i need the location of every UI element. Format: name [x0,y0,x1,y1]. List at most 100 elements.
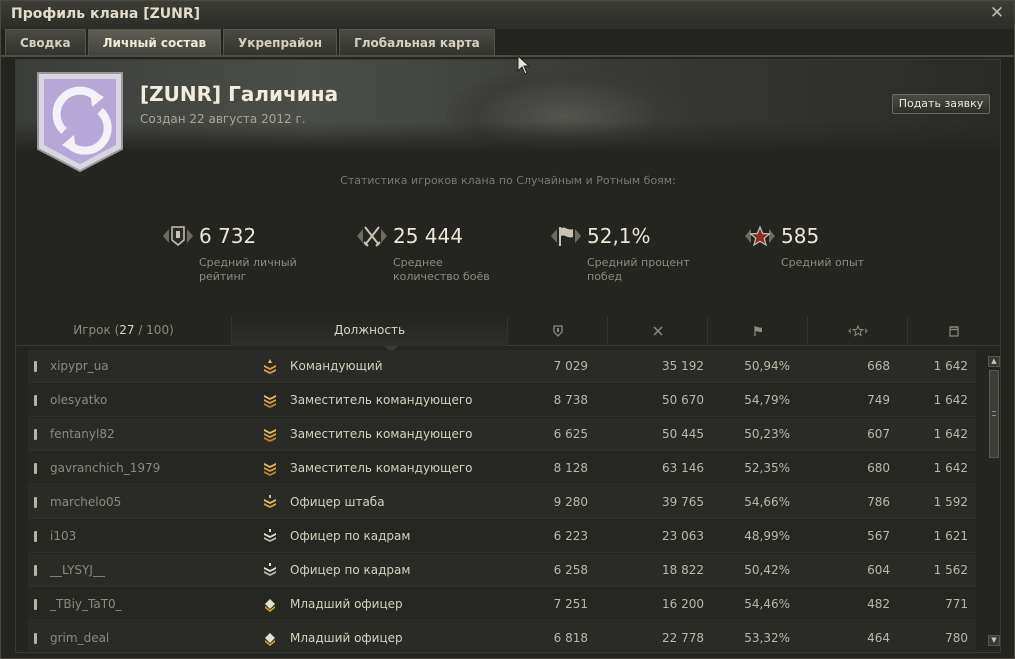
player-rating: 6 258 [553,563,588,577]
scroll-thumb[interactable] [989,370,999,458]
table-row[interactable]: i103 Офицер по кадрам 6 223 23 063 48,99% 567… [28,520,976,553]
stat-avg-battles: 25 444 Среднее количество боёв [355,222,535,292]
player-days-in-clan: 771 [945,597,968,611]
player-rating: 6 223 [553,529,588,543]
clan-banner [16,60,1000,152]
player-name[interactable]: gavranchich_1979 [50,452,250,485]
stat-label-line2: побед [587,270,623,283]
player-battles: 22 778 [662,631,704,645]
player-rating: 7 029 [553,359,588,373]
members-table-body: xipypr_ua Командующий 7 029 35 192 50,94% 668… [28,350,976,650]
column-rating[interactable] [507,316,607,346]
player-role: Заместитель командующего [290,461,473,475]
stat-label-line2: рейтинг [199,270,247,283]
player-battles: 50 445 [662,427,704,441]
player-role: Офицер по кадрам [290,529,411,543]
player-avg-xp: 464 [867,631,890,645]
table-row[interactable]: xipypr_ua Командующий 7 029 35 192 50,94% 668… [28,350,976,383]
player-winrate: 54,66% [744,495,790,509]
player-name[interactable]: i103 [50,520,250,553]
table-row[interactable]: _TBiy_TaT0_ Младший офицер 7 251 16 200 54,4… [28,588,976,621]
player-avg-xp: 749 [867,393,890,407]
status-marker-icon [34,520,42,553]
player-name[interactable]: xipypr_ua [50,350,250,383]
player-rating: 6 818 [553,631,588,645]
close-icon[interactable]: ✕ [988,4,1006,22]
column-winrate[interactable] [707,316,807,346]
titlebar: Профиль клана [ZUNR] ✕ [1,1,1014,29]
player-name[interactable]: grim_deal [50,622,250,650]
stat-value: 585 [781,224,820,248]
status-marker-icon [34,622,42,650]
status-marker-icon [34,418,42,451]
rank-deputy-icon [262,452,282,485]
rating-shield-icon [163,226,193,246]
table-scrollbar[interactable]: ▲ ▼ [988,356,1000,646]
player-winrate: 50,23% [744,427,790,441]
table-row[interactable]: marchelo05 Офицер штаба 9 280 39 765 54,66% 7… [28,486,976,519]
column-xp[interactable] [807,316,907,346]
column-days-in-clan[interactable] [907,316,1000,346]
table-row[interactable]: olesyatko Заместитель командующего 8 738 50… [28,384,976,417]
player-avg-xp: 786 [867,495,890,509]
table-row[interactable]: gavranchich_1979 Заместитель командующего… [28,452,976,485]
table-row[interactable]: grim_deal Младший офицер 6 818 22 778 53,32%… [28,622,976,650]
player-battles: 50 670 [662,393,704,407]
crossed-swords-icon [652,325,663,336]
player-name[interactable]: __LYSYJ__ [50,554,250,587]
player-role: Заместитель командующего [290,427,473,441]
player-rating: 9 280 [553,495,588,509]
player-role: Младший офицер [290,631,403,645]
scroll-down-button[interactable]: ▼ [988,635,1000,646]
player-name[interactable]: fentanyl82 [50,418,250,451]
tab-stronghold[interactable]: Укрепрайон [223,29,338,55]
player-winrate: 53,32% [744,631,790,645]
player-battles: 18 822 [662,563,704,577]
column-battles[interactable] [607,316,707,346]
scroll-up-button[interactable]: ▲ [988,356,1000,367]
mouse-cursor-icon [517,55,531,75]
player-name[interactable]: marchelo05 [50,486,250,519]
column-player[interactable]: Игрок (27 / 100) [16,316,231,346]
members-panel: [ZUNR] Галичина Создан 22 августа 2012 г… [15,59,1001,653]
player-avg-xp: 482 [867,597,890,611]
window-title: Профиль клана [ZUNR] [11,6,201,22]
table-row[interactable]: __LYSYJ__ Офицер по кадрам 6 258 18 822 50,4… [28,554,976,587]
player-winrate: 54,79% [744,393,790,407]
player-name[interactable]: _TBiy_TaT0_ [50,588,250,621]
rank-junior-officer-icon [262,588,282,621]
star-icon [847,324,868,337]
members-table-header: Игрок (27 / 100) Должность [16,316,1000,346]
player-battles: 23 063 [662,529,704,543]
player-role: Младший офицер [290,597,403,611]
calendar-icon [949,325,959,337]
stat-label-line1: Средний опыт [781,256,865,269]
player-avg-xp: 604 [867,563,890,577]
player-days-in-clan: 1 642 [933,427,968,441]
tab-members[interactable]: Личный состав [87,29,222,55]
player-avg-xp: 607 [867,427,890,441]
player-rating: 8 738 [553,393,588,407]
player-days-in-clan: 1 642 [933,461,968,475]
rank-personnel-officer-icon [262,520,282,553]
player-battles: 39 765 [662,495,704,509]
player-battles: 35 192 [662,359,704,373]
tab-summary[interactable]: Сводка [5,29,86,55]
flag-icon [753,325,762,336]
stat-avg-rating: 6 732 Средний личный рейтинг [161,222,341,292]
player-name[interactable]: olesyatko [50,384,250,417]
tab-divider [1,55,1014,57]
tab-bar: Сводка Личный состав Укрепрайон Глобальн… [5,29,497,55]
tab-global-map[interactable]: Глобальная карта [339,29,495,55]
column-role[interactable]: Должность [231,316,507,346]
apply-button[interactable]: Подать заявку [892,94,990,114]
player-role: Офицер штаба [290,495,385,509]
player-days-in-clan: 1 642 [933,359,968,373]
stat-label-line1: Средний процент [587,256,690,269]
table-row[interactable]: fentanyl82 Заместитель командующего 6 625 5… [28,418,976,451]
stat-label-line2: количество боёв [393,270,490,283]
player-winrate: 54,46% [744,597,790,611]
member-limit: / 100) [134,323,174,337]
player-battles: 16 200 [662,597,704,611]
player-role: Заместитель командующего [290,393,473,407]
